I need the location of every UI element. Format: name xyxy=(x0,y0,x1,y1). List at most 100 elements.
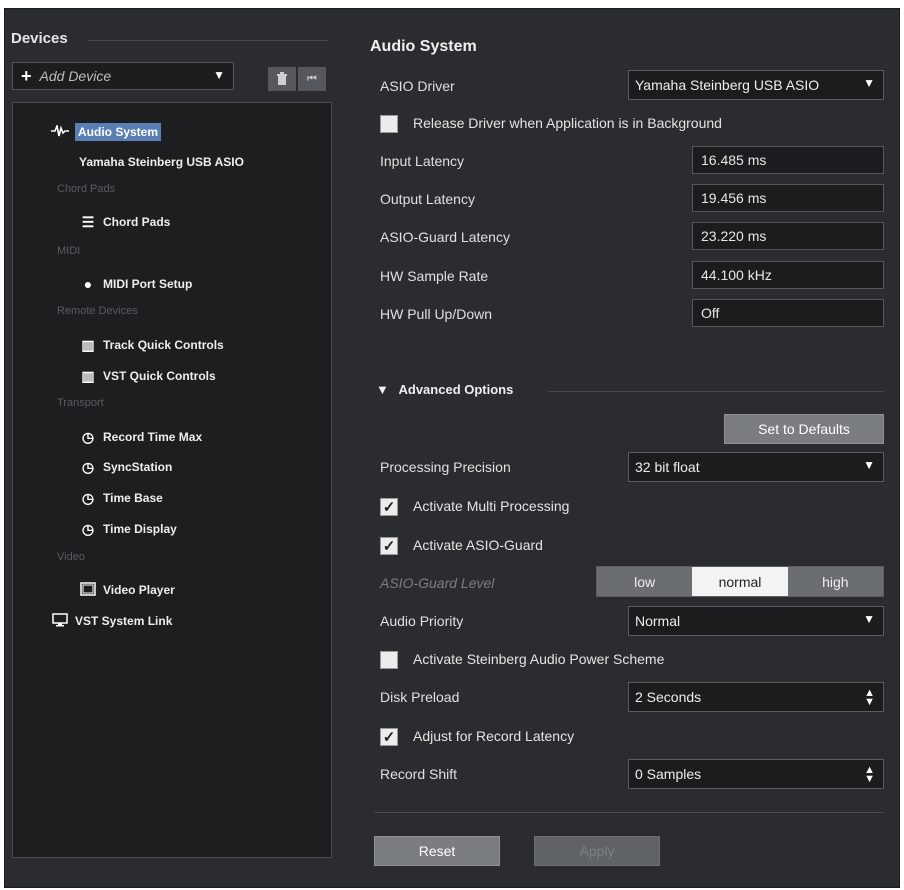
tree-item-label: Video Player xyxy=(103,583,175,597)
tree-item-vst-quick-controls[interactable]: ▥ VST Quick Controls xyxy=(79,365,216,387)
level-low-option[interactable]: low xyxy=(597,567,693,596)
audio-priority-value: Normal xyxy=(635,613,681,629)
film-icon xyxy=(79,581,97,599)
record-shift-spinner[interactable]: 0 Samples ▲ ▼ xyxy=(628,759,884,789)
adjust-record-latency-checkbox[interactable]: ✓ xyxy=(380,728,398,746)
tree-item-label: VST Quick Controls xyxy=(103,369,216,383)
top-border xyxy=(0,0,904,8)
device-buttons: ⏮ xyxy=(268,67,330,91)
multi-processing-checkbox[interactable]: ✓ xyxy=(380,498,398,516)
tree-item-vst-system-link[interactable]: VST System Link xyxy=(51,610,172,632)
tree-item-label: Time Display xyxy=(103,522,177,536)
clock-icon: ◷ xyxy=(81,489,95,506)
chevron-down-icon: ▼ xyxy=(213,68,225,82)
processing-precision-dropdown[interactable]: 32 bit float ▼ xyxy=(628,452,884,482)
adjust-record-latency-label: Adjust for Record Latency xyxy=(413,728,575,744)
tree-category-video: Video xyxy=(57,551,85,563)
power-scheme-checkbox[interactable] xyxy=(380,651,398,669)
tree-item-label: Record Time Max xyxy=(103,430,203,444)
set-to-defaults-button[interactable]: Set to Defaults xyxy=(724,414,884,444)
multi-processing-label: Activate Multi Processing xyxy=(413,498,570,514)
check-icon: ✓ xyxy=(382,729,396,746)
tree-item-time-base[interactable]: ◷ Time Base xyxy=(79,487,163,509)
level-normal-option[interactable]: normal xyxy=(692,567,788,596)
monitor-icon xyxy=(51,612,69,630)
audio-priority-label: Audio Priority xyxy=(380,613,464,629)
footer-divider xyxy=(374,812,884,813)
asio-driver-dropdown[interactable]: Yamaha Steinberg USB ASIO ▼ xyxy=(628,70,884,100)
chevron-down-icon: ▼ xyxy=(863,612,875,626)
tree-item-audio-system[interactable]: Audio System xyxy=(51,121,162,143)
input-latency-label: Input Latency xyxy=(380,153,465,169)
tree-item-syncstation[interactable]: ◷ SyncStation xyxy=(79,456,172,478)
trash-icon xyxy=(277,72,287,85)
tree-item-chord-pads[interactable]: ☰ Chord Pads xyxy=(79,211,171,233)
tree-category-midi: MIDI xyxy=(57,245,81,257)
audio-priority-dropdown[interactable]: Normal ▼ xyxy=(628,606,884,636)
tree-item-label: MIDI Port Setup xyxy=(103,277,193,291)
tree-item-label: Time Base xyxy=(103,491,163,505)
hw-sample-rate-label: HW Sample Rate xyxy=(380,268,489,284)
processing-precision-label: Processing Precision xyxy=(380,459,511,475)
disk-preload-spinner[interactable]: 2 Seconds ▲ ▼ xyxy=(628,682,884,712)
tree-category-chord-pads: Chord Pads xyxy=(57,183,116,195)
release-driver-checkbox[interactable] xyxy=(380,115,398,133)
apply-button[interactable]: Apply xyxy=(534,836,660,866)
tree-item-track-quick-controls[interactable]: ▥ Track Quick Controls xyxy=(79,334,224,356)
reset-button[interactable]: Reset xyxy=(374,836,500,866)
asio-driver-value: Yamaha Steinberg USB ASIO xyxy=(635,77,820,93)
audio-system-title: Audio System xyxy=(370,38,477,55)
release-driver-label: Release Driver when Application is in Ba… xyxy=(413,115,722,131)
tree-category-transport: Transport xyxy=(57,397,104,409)
advanced-divider xyxy=(548,391,884,392)
asio-guard-latency-label: ASIO-Guard Latency xyxy=(380,229,510,245)
advanced-options-label: Advanced Options xyxy=(398,382,514,397)
record-shift-label: Record Shift xyxy=(380,766,458,782)
output-latency-label: Output Latency xyxy=(380,191,475,207)
reset-device-button[interactable]: ⏮ xyxy=(298,67,326,91)
tree-category-remote-devices: Remote Devices xyxy=(57,305,138,317)
hw-sample-rate-field: 44.100 kHz xyxy=(692,261,884,289)
record-shift-value: 0 Samples xyxy=(635,766,702,782)
devices-title: Devices xyxy=(11,30,68,47)
tree-item-yamaha[interactable]: Yamaha Steinberg USB ASIO xyxy=(79,151,244,173)
clock-icon: ◷ xyxy=(81,428,95,445)
devices-title-divider xyxy=(88,40,328,41)
output-latency-field: 19.456 ms xyxy=(692,184,884,212)
device-tree: Audio System Yamaha Steinberg USB ASIO C… xyxy=(12,102,332,858)
tree-item-midi-port-setup[interactable]: ● MIDI Port Setup xyxy=(79,273,193,295)
add-device-label: Add Device xyxy=(39,68,112,84)
advanced-options-toggle[interactable]: ▼ Advanced Options xyxy=(376,382,513,397)
tree-item-label: Yamaha Steinberg USB ASIO xyxy=(79,155,244,169)
processing-precision-value: 32 bit float xyxy=(635,459,700,475)
asio-driver-label: ASIO Driver xyxy=(380,78,455,94)
clock-icon: ◷ xyxy=(81,458,95,475)
asio-guard-checkbox[interactable]: ✓ xyxy=(380,537,398,555)
input-latency-field: 16.485 ms xyxy=(692,146,884,174)
plus-icon: + xyxy=(21,65,32,86)
chord-pads-icon: ☰ xyxy=(81,213,95,230)
chevron-down-icon: ▼ xyxy=(863,76,875,90)
add-device-dropdown[interactable]: + Add Device ▼ xyxy=(12,62,234,90)
tree-item-label: SyncStation xyxy=(103,460,173,474)
tree-item-label: Track Quick Controls xyxy=(103,338,224,352)
updown-arrows-icon: ▲ ▼ xyxy=(864,687,875,708)
waveform-icon xyxy=(51,123,69,140)
clock-icon: ◷ xyxy=(81,520,95,537)
tree-item-label: Chord Pads xyxy=(103,215,171,229)
delete-device-button[interactable] xyxy=(268,67,296,91)
keyboard-icon: ▥ xyxy=(81,336,95,353)
power-scheme-label: Activate Steinberg Audio Power Scheme xyxy=(413,651,665,667)
tree-item-video-player[interactable]: Video Player xyxy=(79,579,175,601)
keyboard-icon: ▥ xyxy=(81,367,95,384)
tree-item-time-display[interactable]: ◷ Time Display xyxy=(79,518,177,540)
asio-guard-level-label: ASIO-Guard Level xyxy=(380,575,495,591)
level-high-option[interactable]: high xyxy=(787,567,883,596)
hw-pull-label: HW Pull Up/Down xyxy=(380,306,493,322)
disk-preload-value: 2 Seconds xyxy=(635,689,702,705)
hw-pull-field: Off xyxy=(692,299,884,327)
check-icon: ✓ xyxy=(382,538,396,555)
asio-guard-label: Activate ASIO-Guard xyxy=(413,537,543,553)
tree-item-record-time-max[interactable]: ◷ Record Time Max xyxy=(79,426,202,448)
updown-arrows-icon: ▲ ▼ xyxy=(864,764,875,785)
